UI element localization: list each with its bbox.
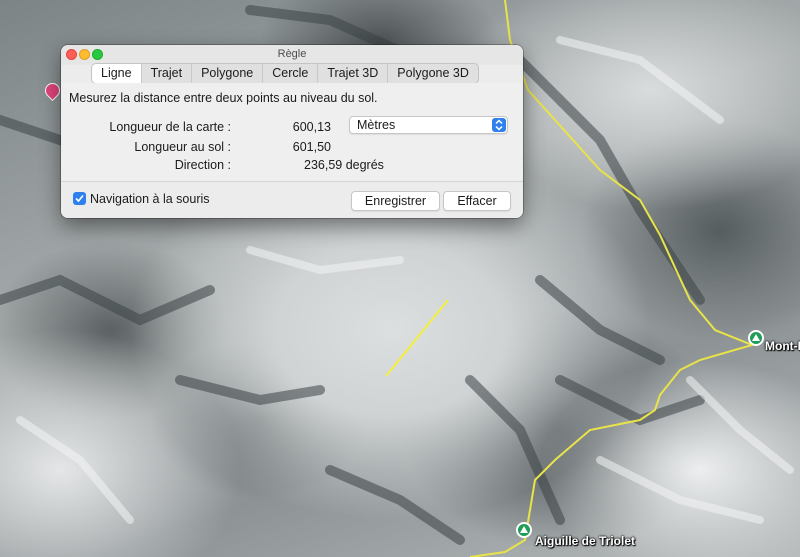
window-titlebar[interactable]: Règle: [61, 45, 523, 65]
clear-button[interactable]: Effacer: [443, 191, 511, 211]
tab-polygone-3d[interactable]: Polygone 3D: [387, 64, 478, 83]
checkmark-icon: [75, 194, 84, 203]
tab-polygone[interactable]: Polygone: [191, 64, 262, 83]
tab-cercle[interactable]: Cercle: [262, 64, 317, 83]
ground-length-value: 601,50: [292, 140, 331, 154]
tab-ligne[interactable]: Ligne: [92, 64, 141, 83]
mouse-navigation-checkbox[interactable]: [73, 192, 86, 205]
mountain-peak-icon[interactable]: [516, 522, 532, 538]
mouse-navigation-label[interactable]: Navigation à la souris: [90, 192, 210, 206]
map-length-value: 600,13: [292, 120, 331, 134]
place-label-aiguille[interactable]: Aiguille de Triolet: [535, 534, 635, 548]
unit-select[interactable]: Mètres: [349, 116, 508, 134]
measurement-panel: Mesurez la distance entre deux points au…: [61, 83, 523, 182]
window-footer: Navigation à la souris Enregistrer Effac…: [61, 182, 523, 218]
direction-label: Direction :: [174, 158, 231, 172]
ruler-window: Règle Ligne Trajet Polygone Cercle Traje…: [61, 45, 523, 218]
mountain-peak-icon[interactable]: [748, 330, 764, 346]
place-label-mont[interactable]: Mont-D: [765, 339, 800, 353]
ground-length-label: Longueur au sol :: [134, 140, 231, 154]
tab-trajet[interactable]: Trajet: [140, 64, 192, 83]
tab-trajet-3d[interactable]: Trajet 3D: [317, 64, 387, 83]
chevron-up-down-icon: [492, 118, 506, 132]
map-length-label: Longueur de la carte :: [109, 120, 231, 134]
ruler-line: [385, 299, 449, 377]
window-title: Règle: [277, 48, 307, 60]
save-button[interactable]: Enregistrer: [351, 191, 440, 211]
measure-mode-tabs: Ligne Trajet Polygone Cercle Trajet 3D P…: [91, 63, 479, 84]
instruction-text: Mesurez la distance entre deux points au…: [69, 91, 378, 105]
direction-value: 236,59 degrés: [304, 158, 384, 172]
unit-select-value: Mètres: [357, 118, 396, 132]
